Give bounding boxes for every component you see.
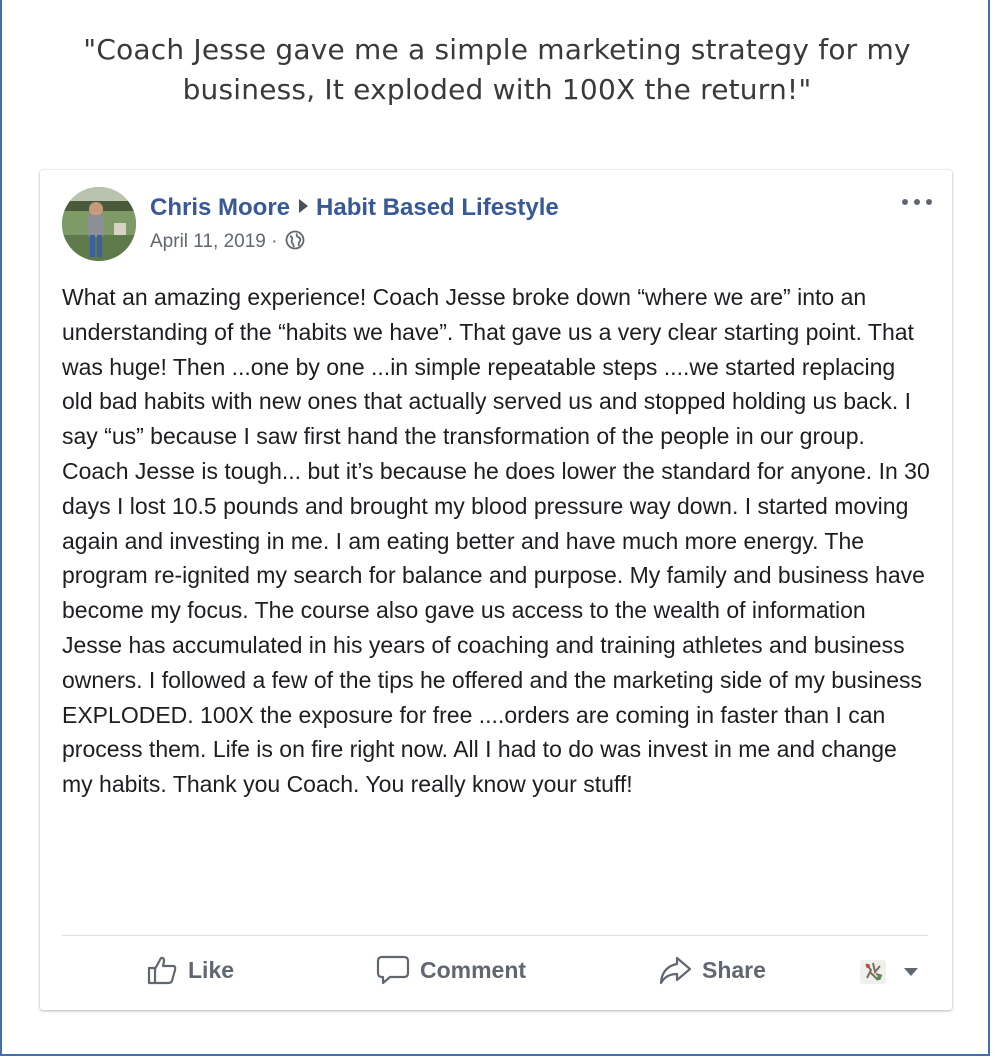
- group-name-link[interactable]: Habit Based Lifestyle: [316, 194, 559, 221]
- post-date-link[interactable]: April 11, 2019 ·: [150, 231, 277, 252]
- post-action-bar: Like Comment Share: [62, 948, 932, 998]
- reaction-selector[interactable]: [858, 958, 918, 986]
- author-name-link[interactable]: Chris Moore: [150, 194, 290, 221]
- profile-thumbnail-icon: [860, 960, 886, 984]
- comment-button[interactable]: Comment: [376, 954, 526, 986]
- chevron-down-icon: [904, 968, 918, 976]
- comment-label: Comment: [420, 956, 527, 983]
- testimonial-headline: "Coach Jesse gave me a simple marketing …: [83, 33, 911, 106]
- testimonial-frame: "Coach Jesse gave me a simple marketing …: [0, 0, 990, 1056]
- more-options-icon[interactable]: [900, 196, 934, 208]
- share-label: Share: [702, 956, 766, 983]
- globe-icon: [285, 230, 305, 256]
- divider: [62, 935, 928, 936]
- post-meta: April 11, 2019 ·: [150, 230, 305, 256]
- post-header: Chris Moore Habit Based Lifestyle: [150, 194, 559, 222]
- like-button[interactable]: Like: [146, 954, 234, 986]
- post-body: What an amazing experience! Coach Jesse …: [62, 280, 932, 802]
- share-button[interactable]: Share: [658, 954, 766, 986]
- facebook-post-card: Chris Moore Habit Based Lifestyle April 1…: [40, 170, 952, 1010]
- arrow-right-icon: [299, 199, 309, 213]
- post-body-text: What an amazing experience! Coach Jesse …: [62, 284, 930, 798]
- like-label: Like: [188, 956, 235, 983]
- thumbs-up-icon: [147, 956, 177, 985]
- avatar-photo-icon: [62, 187, 136, 261]
- comment-bubble-icon: [376, 955, 410, 985]
- share-arrow-icon: [659, 956, 692, 985]
- avatar[interactable]: [62, 187, 136, 261]
